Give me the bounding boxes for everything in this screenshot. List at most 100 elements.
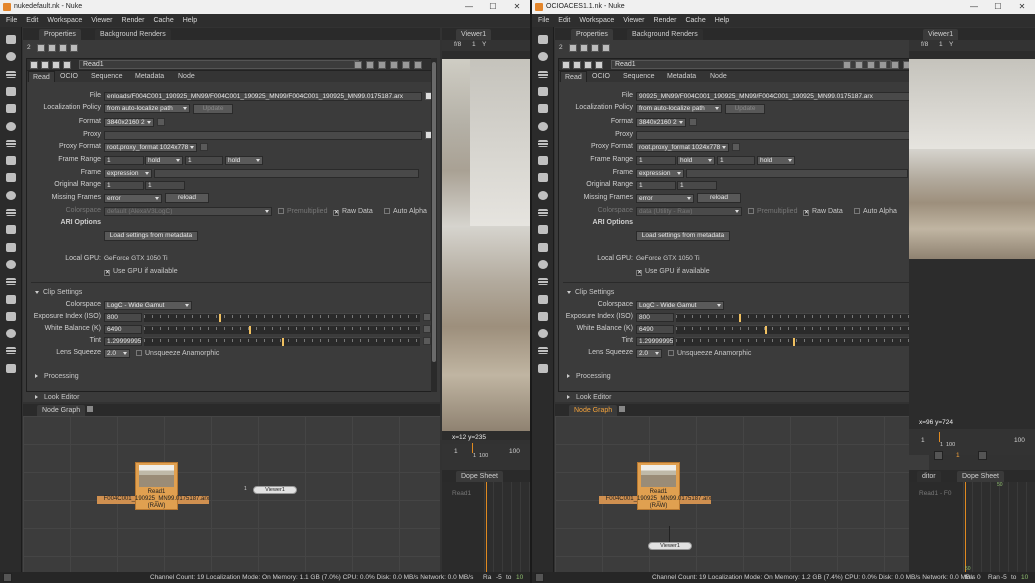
raw-data-checkbox[interactable]: ✕ Raw Data xyxy=(333,207,373,216)
revert-icon[interactable] xyxy=(378,61,386,69)
tab-curve-editor[interactable]: ditor xyxy=(917,471,941,482)
time-icon[interactable] xyxy=(5,69,17,80)
metadata-icon[interactable] xyxy=(5,259,17,270)
help-icon[interactable] xyxy=(879,61,887,69)
node-tab[interactable]: Node xyxy=(710,71,727,82)
node-tile-color-icon[interactable] xyxy=(63,61,71,69)
premultiplied-checkbox[interactable]: Premultiplied xyxy=(748,207,797,216)
tab-dope-sheet[interactable]: Dope Sheet xyxy=(957,471,1004,482)
read1-node[interactable]: Read1 F004C001_190925_MN99.0175187.arx (RA… xyxy=(104,462,209,510)
missing-frames-select[interactable]: error xyxy=(636,194,694,203)
node-graph-canvas[interactable]: Read1 F004C001_190925_MN99.0175187.arx (RA… xyxy=(555,416,929,572)
bottom-zero[interactable]: 0 xyxy=(977,572,981,583)
menu-item[interactable]: Render xyxy=(654,17,677,24)
keyer-icon[interactable] xyxy=(5,138,17,149)
float-icon[interactable] xyxy=(402,61,410,69)
nodes-icon[interactable] xyxy=(537,345,549,356)
exposure-index-slider-handle[interactable] xyxy=(218,314,221,322)
ocio-icon[interactable] xyxy=(5,363,17,374)
node-tab[interactable]: OCIO xyxy=(60,71,78,82)
dope-sheet-grid[interactable] xyxy=(484,482,530,572)
exposure-index-slider[interactable] xyxy=(676,313,909,322)
nodes-icon[interactable] xyxy=(5,345,17,356)
look-editor-group[interactable]: Look Editor xyxy=(567,393,611,402)
format-select[interactable]: 3840x2160 2 xyxy=(636,118,686,127)
node-tab[interactable]: Metadata xyxy=(667,71,696,82)
dope-sheet-grid[interactable]: 50 50 xyxy=(963,482,1035,572)
pencil-icon[interactable] xyxy=(70,44,78,52)
transform-icon[interactable] xyxy=(537,172,549,183)
transport-frame[interactable]: 1 xyxy=(956,452,960,459)
node-color-icon[interactable] xyxy=(41,61,49,69)
tab-viewer1[interactable]: Viewer1 xyxy=(923,29,959,40)
float-panel-icon[interactable] xyxy=(569,44,577,52)
exposure-index-animation-icon[interactable] xyxy=(423,313,431,321)
dope-sheet-row[interactable]: Read1 - F0 xyxy=(919,490,952,497)
deep-icon[interactable] xyxy=(537,224,549,235)
exposure-index-input[interactable]: 800 xyxy=(636,313,674,322)
viewer-frame-value[interactable]: 1 xyxy=(472,41,476,48)
white-balance-input[interactable]: 6490 xyxy=(104,325,142,334)
3d-icon[interactable] xyxy=(537,190,549,201)
white-balance-animation-icon[interactable] xyxy=(423,325,431,333)
original-range-start-input[interactable]: 1 xyxy=(636,181,676,190)
scrollbar-thumb[interactable] xyxy=(432,62,436,362)
viewer1-node[interactable]: Viewer1 xyxy=(648,542,692,550)
frame-range-start-input[interactable]: 1 xyxy=(104,156,144,165)
white-balance-input[interactable]: 6490 xyxy=(636,325,674,334)
tint-animation-icon[interactable] xyxy=(423,337,431,345)
menu-item[interactable]: Workspace xyxy=(47,17,82,24)
close-icon[interactable] xyxy=(414,61,422,69)
ocio-icon[interactable] xyxy=(537,363,549,374)
menu-item[interactable]: Help xyxy=(183,17,197,24)
properties-count[interactable]: 2 xyxy=(559,44,563,51)
menu-item[interactable]: Cache xyxy=(153,17,173,24)
toolsets-icon[interactable] xyxy=(5,276,17,287)
collapse-icon[interactable] xyxy=(562,61,570,69)
timeline-start[interactable]: 1 xyxy=(921,437,925,444)
load-settings-button[interactable]: Load settings from metadata xyxy=(636,231,730,241)
close-button[interactable]: ✕ xyxy=(506,0,528,14)
node-name-field[interactable]: Read1 xyxy=(79,60,359,69)
proxy-format-menu-icon[interactable] xyxy=(732,143,740,151)
tint-slider[interactable] xyxy=(144,337,420,346)
timeline-end[interactable]: 100 xyxy=(509,448,520,455)
image-icon[interactable] xyxy=(537,34,549,45)
close-button[interactable]: ✕ xyxy=(1011,0,1033,14)
frame-range-end-mode[interactable]: hold xyxy=(757,156,795,165)
menu-item[interactable]: File xyxy=(6,17,17,24)
node-viewer-icon[interactable] xyxy=(52,61,60,69)
viewer-channel-y[interactable]: Y xyxy=(949,41,953,48)
tab-properties[interactable]: Properties xyxy=(571,29,613,40)
node-viewer-icon[interactable] xyxy=(584,61,592,69)
reload-button[interactable]: reload xyxy=(697,193,741,203)
timeline-cursor[interactable] xyxy=(472,443,473,453)
other-icon[interactable] xyxy=(537,294,549,305)
menu-item[interactable]: Viewer xyxy=(91,17,112,24)
fstop-value[interactable]: f/8 xyxy=(454,41,461,48)
format-select[interactable]: 3840x2160 2 xyxy=(104,118,154,127)
format-menu-icon[interactable] xyxy=(157,118,165,126)
properties-scrollbar[interactable] xyxy=(431,58,437,392)
viewer1-node[interactable]: Viewer1 xyxy=(253,486,297,494)
node-tab[interactable]: Read xyxy=(560,71,587,82)
look-editor-group[interactable]: Look Editor xyxy=(35,393,79,402)
merge-icon[interactable] xyxy=(5,155,17,166)
unsqueeze-anamorphic-checkbox[interactable]: Unsqueeze Anamorphic xyxy=(136,349,219,358)
tab-node-graph[interactable]: Node Graph xyxy=(37,405,86,416)
frame-mode-select[interactable]: expression xyxy=(636,169,684,178)
tint-slider-handle[interactable] xyxy=(792,338,795,346)
white-balance-slider-handle[interactable] xyxy=(248,326,251,334)
frame-range-end-input[interactable]: 1 xyxy=(717,156,755,165)
auto-alpha-checkbox[interactable]: Auto Alpha xyxy=(384,207,427,216)
clip-settings-group[interactable]: Clip Settings xyxy=(567,288,614,297)
cara-vr-icon[interactable] xyxy=(537,328,549,339)
tab-background-renders[interactable]: Background Renders xyxy=(627,29,703,40)
redo-icon[interactable] xyxy=(855,61,863,69)
views-icon[interactable] xyxy=(537,242,549,253)
menu-item[interactable]: Render xyxy=(122,17,145,24)
tint-input[interactable]: 1.29999995 xyxy=(636,337,674,346)
original-range-end-input[interactable]: 1 xyxy=(677,181,717,190)
lens-squeeze-select[interactable]: 2.0 xyxy=(104,349,130,358)
menu-item[interactable]: File xyxy=(538,17,549,24)
